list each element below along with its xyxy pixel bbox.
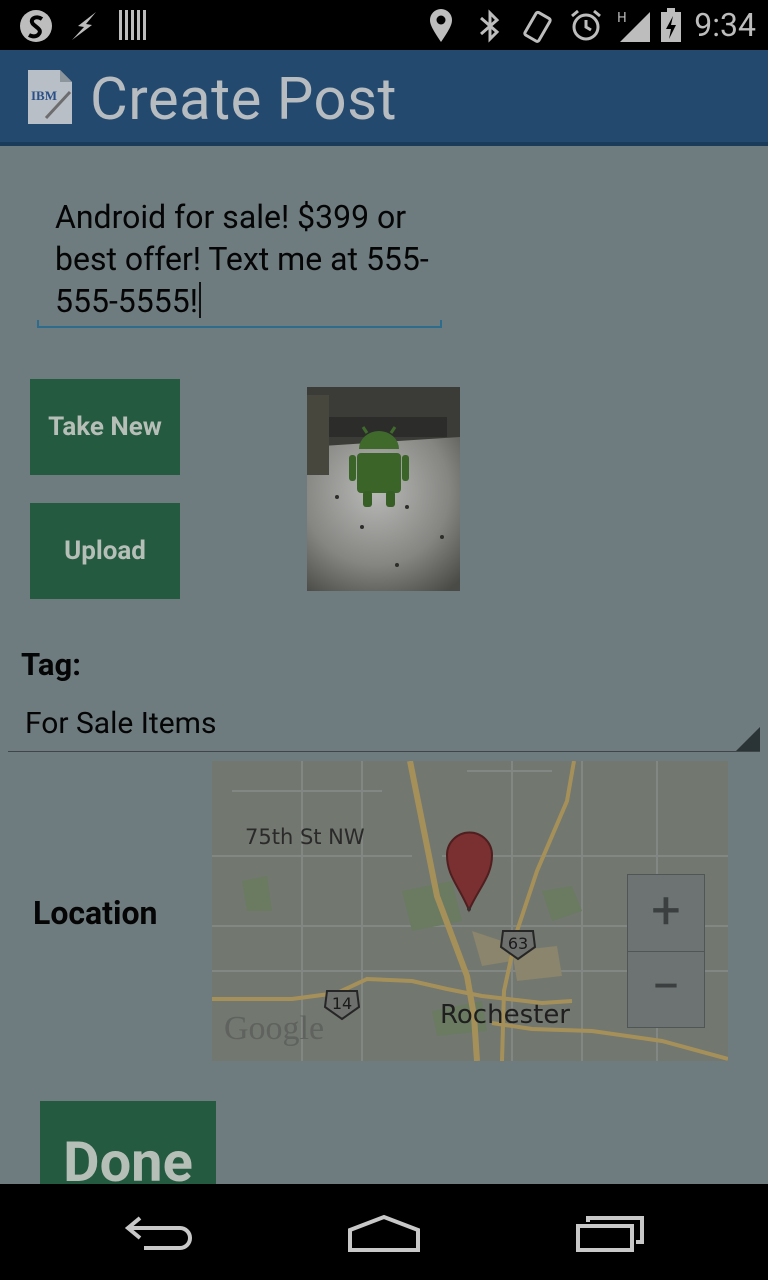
map-road-label: 75th St NW: [245, 825, 365, 849]
svg-text:IBM: IBM: [31, 88, 57, 103]
battery-icon: [661, 8, 681, 42]
lightning-icon: [72, 12, 96, 40]
back-icon[interactable]: [124, 1214, 196, 1254]
location-icon: [430, 9, 452, 42]
alarm-icon: [571, 9, 601, 41]
post-text-field[interactable]: Android for sale! $399 or best offer! Te…: [55, 196, 435, 322]
tag-spinner[interactable]: For Sale Items: [25, 706, 216, 741]
create-post-form: Android for sale! $399 or best offer! Te…: [0, 146, 768, 1184]
text-cursor: [198, 282, 201, 318]
svg-text:H: H: [617, 11, 627, 26]
tag-spinner-underline: [8, 751, 760, 752]
zoom-in-button[interactable]: +: [628, 875, 704, 952]
recent-apps-icon[interactable]: [574, 1214, 646, 1254]
bluetooth-icon: [480, 9, 500, 43]
status-bar: H 9:34: [0, 0, 768, 50]
svg-text:63: 63: [508, 934, 528, 953]
barcode-icon: [119, 10, 146, 40]
action-bar: IBM Create Post: [0, 50, 768, 146]
svg-text:14: 14: [332, 994, 352, 1013]
vibrate-icon: [523, 10, 552, 43]
post-text-underline: [37, 320, 442, 328]
tag-label: Tag:: [21, 646, 81, 683]
clock: 9:34: [694, 6, 756, 44]
take-new-button[interactable]: Take New: [30, 379, 180, 475]
dropdown-arrow-icon[interactable]: [736, 727, 760, 751]
location-label: Location: [33, 894, 158, 932]
app-icon[interactable]: IBM: [26, 68, 74, 126]
google-logo: Google: [224, 1010, 324, 1047]
upload-button[interactable]: Upload: [30, 503, 180, 599]
signal-icon: H: [617, 11, 650, 42]
map-zoom-controls: + −: [627, 874, 705, 1028]
s-icon: [20, 10, 52, 42]
home-icon[interactable]: [346, 1214, 422, 1254]
zoom-out-button[interactable]: −: [628, 951, 704, 1027]
post-text-value: Android for sale! $399 or best offer! Te…: [55, 198, 429, 320]
photo-thumbnail: [307, 387, 460, 591]
done-button[interactable]: Done: [40, 1101, 216, 1184]
map-city-label: Rochester: [440, 1000, 570, 1030]
navigation-bar: [0, 1184, 768, 1280]
page-title: Create Post: [90, 66, 397, 134]
